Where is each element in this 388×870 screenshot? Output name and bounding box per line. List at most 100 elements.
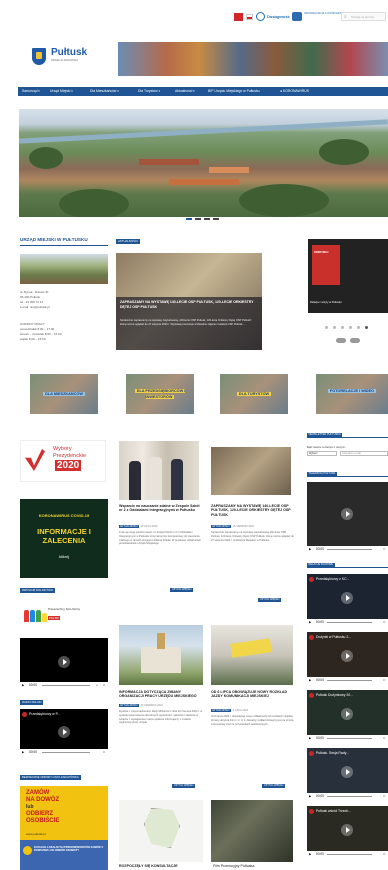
news-title[interactable]: INFORMACJA DOTYCZĄCA ZMIANY ORGANIZACJI … (119, 690, 205, 699)
play-icon[interactable] (58, 656, 70, 668)
youtube-video[interactable]: Przedsiębiorcy z KC... ▶ 00:00 □ (307, 574, 388, 626)
nav-item-turysci[interactable]: Dla Turystów (138, 87, 160, 96)
player-progress[interactable] (42, 752, 91, 753)
video-title[interactable]: Dożynki w Pułtusku 2... (316, 635, 351, 639)
player-progress[interactable] (42, 685, 91, 686)
quick-link-turysci[interactable]: DLA TURYSTÓW (220, 374, 288, 414)
fullscreen-icon[interactable]: □ (383, 736, 385, 741)
news-title[interactable]: OD 6 LIPCA OBOWIĄZUJE NOWY ROZKŁAD JAZDY… (211, 690, 295, 699)
fullscreen-icon[interactable]: □ (103, 750, 105, 755)
play-icon[interactable] (341, 650, 353, 662)
player-progress[interactable] (327, 680, 372, 681)
news-title[interactable]: ROZPOCZĘŁY SIĘ KONSULTACJE (119, 864, 203, 868)
fullscreen-icon[interactable]: □ (383, 794, 385, 799)
news-image[interactable] (119, 800, 203, 862)
volume-icon[interactable]: ♫ (96, 683, 98, 688)
promo-dot[interactable] (357, 326, 360, 329)
covid-click[interactable]: kliknij (20, 554, 108, 559)
news-title[interactable]: Wsparcie na nauczanie zdalne w Zespole S… (119, 504, 203, 513)
promo-prev-button[interactable] (336, 338, 346, 343)
play-button[interactable]: ▶ (309, 678, 311, 683)
nav-item-samorzad[interactable]: Samorząd (22, 87, 40, 96)
video-title[interactable]: Przedsiębiorcy w P... (29, 712, 60, 716)
zamow-website[interactable]: www.pultusk.pl (26, 832, 46, 836)
newsletter-select[interactable]: Wybierz (307, 451, 337, 456)
site-name[interactable]: Pułtusk (51, 47, 87, 58)
slider-dot-2[interactable] (195, 218, 201, 220)
youtube-video[interactable]: Pułtusk wśród Trzech... ▶ 00:00 □ (307, 806, 388, 858)
play-button[interactable]: ▶ (309, 794, 311, 799)
slider-dot-4[interactable] (213, 218, 219, 220)
wybory-banner[interactable]: Wybory Prezydenckie 2020 (20, 440, 106, 482)
tv-video-player[interactable]: ▶ 00:00 □ (307, 482, 388, 553)
play-icon[interactable] (341, 766, 353, 778)
play-button[interactable]: ▶ (309, 736, 311, 741)
newsletter-email-input[interactable]: Twój adres e-mail (340, 451, 388, 456)
player-progress[interactable] (327, 549, 372, 550)
video-title[interactable]: Pułtusk wśród Trzech... (316, 809, 351, 813)
video-player[interactable]: ▶ 00:00 ♫ □ (20, 638, 108, 689)
slider-dot-3[interactable] (204, 218, 210, 220)
fullscreen-icon[interactable]: □ (383, 620, 385, 625)
sign-language-icon[interactable] (292, 12, 302, 21)
play-button[interactable]: ▶ (309, 852, 311, 857)
fullscreen-icon[interactable]: □ (383, 852, 385, 857)
youtube-video[interactable]: Pułtusk Dożynkowy 20... ▶ 00:00 □ (307, 690, 388, 742)
urzad-email[interactable]: e-mail: um@pultusk.pl (20, 305, 50, 309)
read-more-button[interactable]: CZYTAJ WIĘCEJ (258, 598, 282, 602)
promo-dot[interactable] (325, 326, 328, 329)
video-title[interactable]: Pułtusk Dożynkowy 20... (316, 693, 353, 697)
promo-dot[interactable] (349, 326, 352, 329)
bip-logo-icon[interactable] (234, 13, 243, 21)
play-button[interactable]: ▶ (309, 620, 311, 625)
youtube-video-left[interactable]: Przedsiębiorcy w P... ▶ 00:00 □ (20, 709, 108, 756)
read-more-button[interactable]: CZYTAJ WIĘCEJ (262, 784, 286, 788)
promo-dot[interactable] (365, 326, 368, 329)
promo-next-button[interactable] (350, 338, 360, 343)
search-icon[interactable]: ⌕ (344, 14, 347, 20)
covid-banner[interactable]: KORONAWIRUS COVID-19 INFORMACJE I ZALECE… (20, 499, 108, 578)
hero-slider[interactable] (19, 109, 388, 217)
nav-item-aktualnosci[interactable]: Aktualności (175, 87, 195, 96)
promo-video[interactable]: ODKRYWAJ Relacja z wizyty w Pułtusku (308, 239, 388, 313)
accessibility-link[interactable]: Dostępność (267, 14, 290, 19)
promo-dot[interactable] (341, 326, 344, 329)
play-icon[interactable] (341, 708, 353, 720)
news-image[interactable] (211, 625, 293, 685)
nav-item-bip[interactable]: BIP Urzędu Miejskiego w Pułtusku (208, 87, 260, 96)
promo-dot[interactable] (333, 326, 336, 329)
video-title[interactable]: Pułtusk. Sesja Rady... (316, 751, 349, 755)
player-progress[interactable] (327, 622, 372, 623)
zamow-banner[interactable]: ZAMÓW NA DOWÓZ lub ODBIERZ OSOBIŚCIE www… (20, 786, 108, 870)
spis-rolny-logo[interactable]: Powszechny Spis Rolny POLSKI (22, 601, 80, 627)
play-icon[interactable] (341, 592, 353, 604)
play-button[interactable]: ▶ (22, 683, 24, 688)
quick-link-fotorelacje[interactable]: FOTORELACJE I WIDEO (316, 374, 388, 414)
player-progress[interactable] (327, 738, 372, 739)
featured-title[interactable]: ZAPRASZAMY NA WYSTAWĘ 140-LECIE OSP PUŁT… (120, 300, 256, 309)
nav-item-koronawirus[interactable]: ● KORONAWIRUS (280, 87, 309, 96)
video-title[interactable]: Przedsiębiorcy z KC... (316, 577, 349, 581)
fullscreen-icon[interactable]: □ (103, 683, 105, 688)
play-button[interactable]: ▶ (309, 547, 311, 552)
youtube-video[interactable]: Pułtusk. Sesja Rady... ▶ 00:00 □ (307, 748, 388, 800)
youtube-video[interactable]: Dożynki w Pułtusku 2... ▶ 00:00 □ (307, 632, 388, 684)
player-progress[interactable] (327, 796, 372, 797)
play-button[interactable]: ▶ (22, 750, 24, 755)
news-image[interactable] (119, 441, 199, 500)
accessibility-icon[interactable] (256, 12, 265, 21)
polish-flag-icon[interactable] (246, 14, 253, 20)
read-more-button[interactable]: CZYTAJ WIĘCEJ (172, 784, 196, 788)
news-image[interactable] (211, 447, 291, 495)
news-image[interactable] (119, 625, 203, 685)
play-icon[interactable] (58, 726, 70, 738)
player-progress[interactable] (327, 854, 372, 855)
slider-dot-1[interactable] (186, 218, 192, 220)
news-title[interactable]: Film Promocyjny Pułtuska (213, 864, 297, 868)
news-image[interactable] (211, 800, 293, 862)
play-icon[interactable] (341, 824, 353, 836)
news-title[interactable]: ZAPRASZAMY NA WYSTAWĘ 140-LECIE OSP PUŁT… (211, 504, 295, 517)
nav-item-mieszkancy[interactable]: Dla Mieszkańców (90, 87, 119, 96)
fullscreen-icon[interactable]: □ (383, 678, 385, 683)
accessible-info-link[interactable]: INFORMACJE DLA OSÓB NIESŁYSZĄCYCH (304, 12, 357, 15)
